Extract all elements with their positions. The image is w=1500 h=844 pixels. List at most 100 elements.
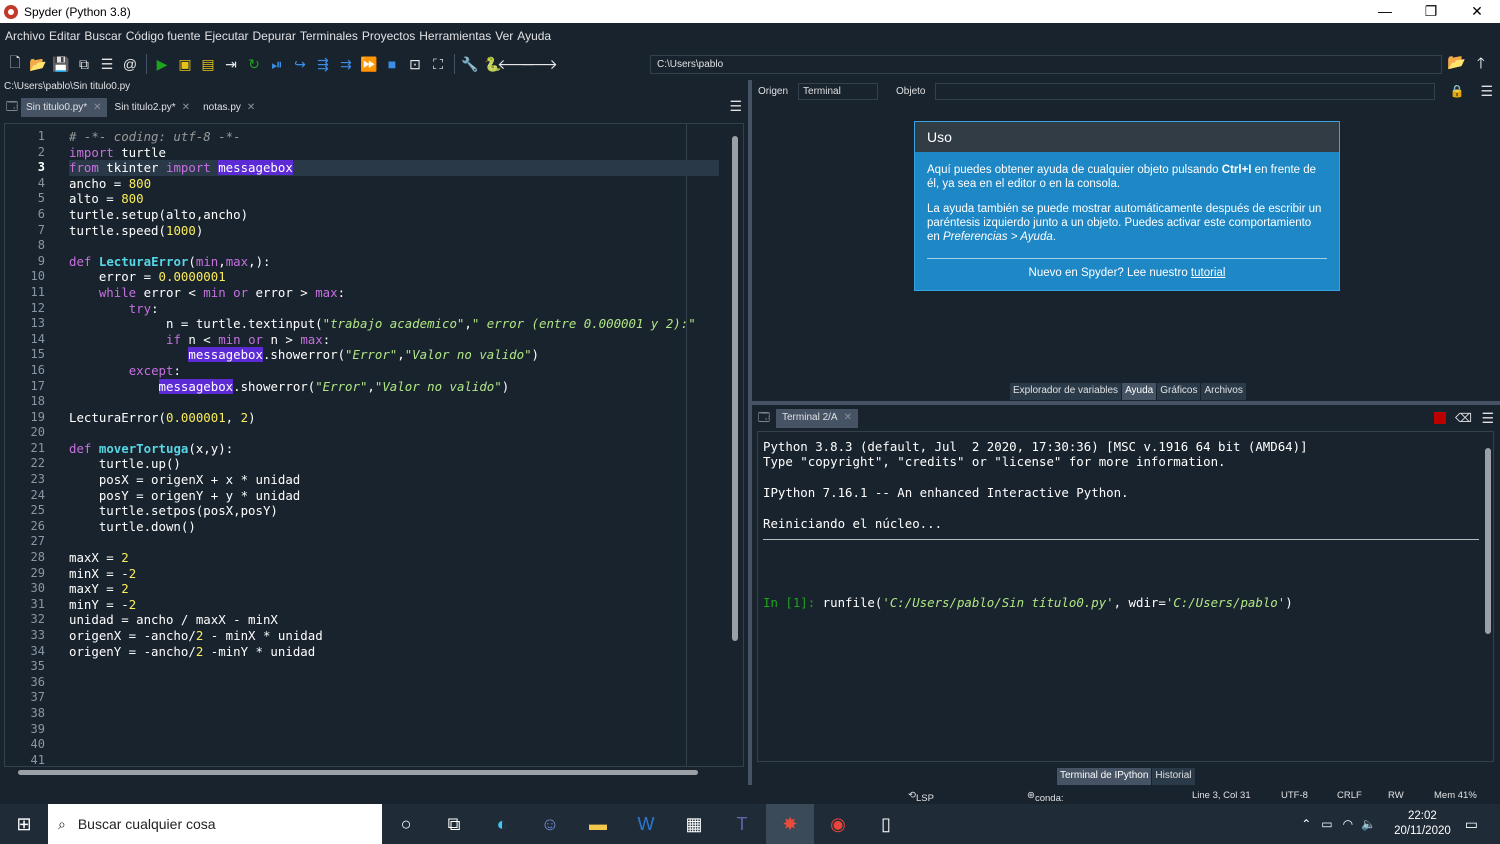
- tab-files[interactable]: Archivos: [1201, 383, 1246, 400]
- browse-tabs-icon[interactable]: 🗔: [4, 96, 20, 118]
- menu-ejecutar[interactable]: Ejecutar: [204, 29, 248, 43]
- wifi-icon[interactable]: ◠: [1343, 817, 1353, 831]
- tab-plots[interactable]: Gráficos: [1157, 383, 1201, 400]
- edge-icon[interactable]: ◐: [478, 804, 526, 844]
- menu-codigo-fuente[interactable]: Código fuente: [126, 29, 201, 43]
- console-vertical-scrollbar[interactable]: [1485, 448, 1491, 634]
- code-line: # -*- coding: utf-8 -*-: [69, 129, 241, 144]
- run-cell-icon[interactable]: ▣: [174, 53, 196, 75]
- cortana-icon[interactable]: ○: [382, 804, 430, 844]
- menu-ver[interactable]: Ver: [495, 29, 513, 43]
- origin-select[interactable]: Terminal: [798, 82, 879, 100]
- tutorial-link[interactable]: tutorial: [1191, 267, 1226, 279]
- menu-terminales[interactable]: Terminales: [300, 29, 358, 43]
- pane-splitter[interactable]: [752, 401, 1500, 405]
- taskbar-search-box[interactable]: ⌕ Buscar cualquier cosa: [48, 804, 382, 844]
- tab-history[interactable]: Historial: [1152, 768, 1195, 785]
- close-tab-icon[interactable]: ✕: [93, 102, 101, 113]
- continue-icon[interactable]: ⏩: [358, 53, 380, 75]
- tab-sin-titulo2[interactable]: Sin titulo2.py* ✕: [110, 98, 196, 117]
- open-file-icon[interactable]: 📂: [27, 53, 49, 75]
- code-line: alto = 800: [69, 191, 144, 207]
- debug-icon[interactable]: ⏯: [266, 53, 288, 75]
- menu-buscar[interactable]: Buscar: [84, 29, 121, 43]
- step-into-icon[interactable]: ⇶: [312, 53, 334, 75]
- line-number: 31: [30, 596, 45, 611]
- parent-directory-icon[interactable]: 🡑: [1477, 53, 1485, 78]
- discord-icon[interactable]: ☺: [526, 804, 574, 844]
- editor-options-menu-icon[interactable]: ☰: [729, 98, 742, 115]
- editor-horizontal-scrollbar[interactable]: [8, 768, 736, 776]
- tab-variable-explorer[interactable]: Explorador de variables: [1010, 383, 1122, 400]
- minimize-button[interactable]: —: [1362, 0, 1408, 23]
- save-icon[interactable]: 💾: [50, 53, 72, 75]
- menu-herramientas[interactable]: Herramientas: [419, 29, 491, 43]
- spyder-taskbar-icon[interactable]: ✸: [766, 804, 814, 844]
- tab-notas[interactable]: notas.py ✕: [198, 98, 260, 117]
- tab-help[interactable]: Ayuda: [1122, 383, 1157, 400]
- teams-icon[interactable]: T: [718, 804, 766, 844]
- forward-arrow-icon[interactable]: 🡒: [520, 53, 558, 75]
- task-view-icon[interactable]: ⧉: [430, 804, 478, 844]
- run-selection-icon[interactable]: ⇥: [220, 53, 242, 75]
- tab-sin-titulo0[interactable]: Sin titulo0.py* ✕: [21, 97, 107, 117]
- maximize-pane-icon[interactable]: ⊡: [404, 53, 426, 75]
- line-number: 5: [37, 191, 45, 206]
- save-all-icon[interactable]: ⧉: [73, 53, 95, 75]
- code-area[interactable]: # -*- coding: utf-8 -*- import turtle fr…: [69, 129, 719, 771]
- clear-console-icon[interactable]: ⌫: [1455, 411, 1472, 425]
- stop-kernel-icon[interactable]: [1434, 412, 1446, 424]
- terminal-options-menu-icon[interactable]: ☰: [1481, 410, 1494, 427]
- scrollbar-thumb[interactable]: [18, 770, 698, 775]
- notifications-icon[interactable]: ▭: [1465, 816, 1478, 833]
- volume-icon[interactable]: 🔈: [1361, 817, 1376, 831]
- at-icon[interactable]: @: [119, 53, 141, 75]
- stop-debug-icon[interactable]: ■: [381, 53, 403, 75]
- menu-proyectos[interactable]: Proyectos: [362, 29, 415, 43]
- step-return-icon[interactable]: ⇉: [335, 53, 357, 75]
- console-input-line: In [1]: runfile('C:/Users/pablo/Sin títu…: [763, 595, 1293, 610]
- notepad-icon[interactable]: ▯: [862, 804, 910, 844]
- lock-icon[interactable]: 🔒: [1449, 84, 1464, 98]
- word-icon[interactable]: W: [622, 804, 670, 844]
- cursor-position: Line 3, Col 31: [1192, 790, 1251, 801]
- file-explorer-icon[interactable]: ▬: [574, 804, 622, 844]
- step-icon[interactable]: ↪: [289, 53, 311, 75]
- windows-start-icon[interactable]: ⊞: [0, 804, 48, 844]
- close-tab-icon[interactable]: ✕: [182, 102, 190, 113]
- tab-terminal[interactable]: Terminal 2/A ✕: [776, 408, 858, 428]
- ipython-console[interactable]: Python 3.8.3 (default, Jul 2 2020, 17:30…: [757, 431, 1494, 762]
- fullscreen-icon[interactable]: ⛶: [427, 53, 449, 75]
- browse-tabs-icon[interactable]: 🗔: [758, 409, 770, 428]
- close-button[interactable]: ✕: [1454, 0, 1500, 23]
- rerun-icon[interactable]: ↻: [243, 53, 265, 75]
- new-file-icon[interactable]: 🗋: [4, 53, 26, 75]
- maximize-button[interactable]: ❐: [1408, 0, 1454, 23]
- help-options-menu-icon[interactable]: ☰: [1480, 83, 1493, 100]
- battery-icon[interactable]: ▭: [1321, 817, 1332, 831]
- close-tab-icon[interactable]: ✕: [844, 412, 852, 425]
- code-editor[interactable]: 1 2 3 4 5 6 7 8 9 10 11 12 13 14 15 16 17 18 19 20 21 22 23 24 2…: [4, 123, 744, 767]
- chevron-up-icon[interactable]: ⌃: [1301, 817, 1311, 831]
- pane-splitter[interactable]: [748, 80, 752, 785]
- run-cell-advance-icon[interactable]: ▤: [197, 53, 219, 75]
- tab-ipython-console[interactable]: Terminal de IPython: [1057, 768, 1152, 785]
- run-icon[interactable]: ▶: [151, 53, 173, 75]
- menu-depurar[interactable]: Depurar: [253, 29, 296, 43]
- menu-archivo[interactable]: Archivo: [5, 29, 45, 43]
- preferences-wrench-icon[interactable]: 🔧: [459, 53, 481, 75]
- line-number: 40: [30, 737, 45, 752]
- list-icon[interactable]: ☰: [96, 53, 118, 75]
- taskbar-clock[interactable]: 22:02 20/11/2020: [1394, 809, 1451, 839]
- line-number: 6: [37, 206, 45, 221]
- close-tab-icon[interactable]: ✕: [247, 102, 255, 113]
- working-directory-field[interactable]: C:\Users\pablo: [650, 55, 1442, 74]
- store-icon[interactable]: ▦: [670, 804, 718, 844]
- object-combobox[interactable]: [935, 82, 1436, 100]
- menu-editar[interactable]: Editar: [49, 29, 80, 43]
- menu-ayuda[interactable]: Ayuda: [517, 29, 551, 43]
- chrome-icon[interactable]: ◉: [814, 804, 862, 844]
- editor-vertical-scrollbar[interactable]: [732, 136, 738, 641]
- browse-folder-icon[interactable]: 📂: [1447, 53, 1466, 71]
